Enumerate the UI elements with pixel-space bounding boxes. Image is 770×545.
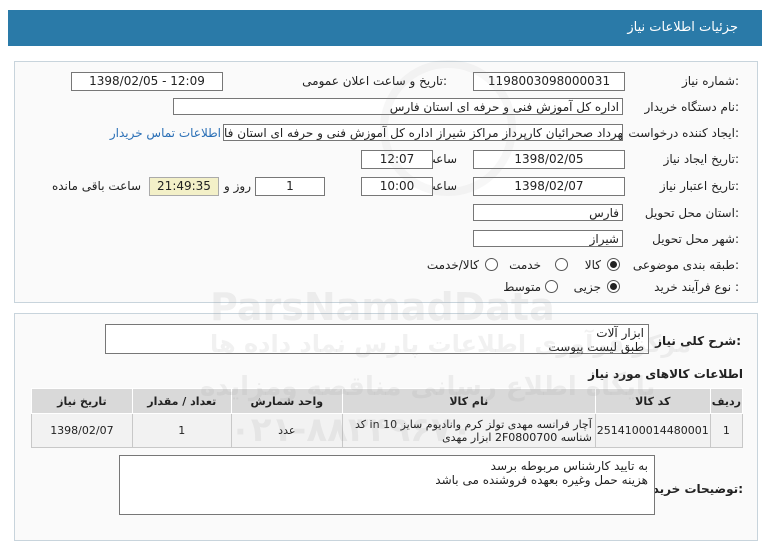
category-goods-label: کالا: [584, 258, 601, 272]
cell-code: 2514100014480001: [594, 413, 711, 448]
summary-line-2: طبق لیست پیوست: [548, 340, 644, 354]
col-date: تاریخ نیاز: [31, 388, 133, 414]
items-section-title: اطلاعات کالاهای مورد نیاز: [588, 367, 743, 381]
buyer-notes-line-2: هزینه حمل وغیره بعهده فروشنده می باشد: [435, 473, 648, 487]
valid-time-field[interactable]: 10:00: [361, 177, 433, 196]
buyer-field[interactable]: اداره کل آموزش فنی و حرفه ای استان فارس: [173, 98, 623, 115]
radio-category-service[interactable]: [555, 258, 568, 271]
remaining-label: ساعت باقی مانده: [51, 179, 141, 193]
need-info-panel: شماره نیاز: 1198003098000031 تاریخ و ساع…: [14, 61, 758, 303]
created-date-field[interactable]: 1398/02/05: [473, 150, 625, 169]
city-field[interactable]: شیراز: [473, 230, 623, 247]
valid-date-field[interactable]: 1398/02/07: [473, 177, 625, 196]
need-number-field[interactable]: 1198003098000031: [473, 72, 625, 91]
requester-label: ایجاد کننده درخواست:: [628, 126, 739, 140]
buyer-notes-box: به تایید کارشناس مربوطه برسد هزینه حمل و…: [119, 455, 655, 515]
process-label: نوع فرآیند خرید :: [654, 280, 739, 294]
process-partial-label: جزیی: [573, 280, 601, 294]
summary-line-1: ابزار آلات: [596, 326, 644, 340]
buyer-notes-line-1: به تایید کارشناس مربوطه برسد: [490, 459, 648, 473]
city-label: شهر محل تحویل:: [652, 232, 739, 246]
summary-label: شرح کلی نیاز:: [655, 334, 741, 348]
col-name: نام کالا: [341, 388, 596, 414]
radio-category-both[interactable]: [485, 258, 498, 271]
table-row[interactable]: 1 2514100014480001 آچار فرانسه مهدی تولز…: [31, 413, 744, 448]
province-label: استان محل تحویل:: [644, 206, 739, 220]
buyer-notes-label: توضیحات خریدار:: [641, 482, 743, 496]
category-label: طبقه بندی موضوعی:: [632, 258, 739, 272]
col-unit: واحد شمارش: [230, 388, 343, 414]
cell-name: آچار فرانسه مهدی تولز کرم وانادیوم سایز …: [341, 413, 596, 448]
page-header: جزئیات اطلاعات نیاز: [8, 10, 762, 46]
announce-field[interactable]: 1398/02/05 - 12:09: [71, 72, 223, 91]
col-code: کد کالا: [594, 388, 711, 414]
cell-date: 1398/02/07: [31, 413, 133, 448]
buyer-label: نام دستگاه خریدار:: [644, 100, 740, 114]
radio-process-medium[interactable]: [545, 280, 558, 293]
created-time-field[interactable]: 12:07: [361, 150, 433, 169]
created-date-label: تاریخ ایجاد نیاز:: [663, 152, 739, 166]
page-title: جزئیات اطلاعات نیاز: [627, 20, 738, 35]
category-both-label: کالا/خدمت: [426, 258, 479, 272]
radio-category-goods[interactable]: [607, 258, 620, 271]
valid-date-label: تاریخ اعتبار نیاز:: [659, 179, 739, 193]
radio-process-partial[interactable]: [607, 280, 620, 293]
category-service-label: خدمت: [509, 258, 541, 272]
remaining-time-field: 21:49:35: [149, 177, 219, 196]
col-qty: تعداد / مقدار: [131, 388, 232, 414]
summary-box: ابزار آلات طبق لیست پیوست: [105, 324, 649, 354]
days-field[interactable]: 1: [255, 177, 325, 196]
buyer-contact-link[interactable]: اطلاعات تماس خریدار: [110, 126, 221, 140]
need-number-label: شماره نیاز:: [681, 74, 739, 88]
items-table: ردیف کد کالا نام کالا واحد شمارش تعداد /…: [31, 388, 744, 448]
province-field[interactable]: فارس: [473, 204, 623, 221]
requester-field[interactable]: مهرداد صحرائیان کارپرداز مراکز شیراز ادا…: [223, 124, 623, 141]
cell-row: 1: [709, 413, 744, 448]
col-row: ردیف: [709, 388, 744, 414]
cell-qty: 1: [131, 413, 232, 448]
items-panel: شرح کلی نیاز: ابزار آلات طبق لیست پیوست …: [14, 313, 758, 541]
announce-label: تاریخ و ساعت اعلان عمومی:: [302, 74, 447, 88]
process-medium-label: متوسط: [503, 280, 541, 294]
items-table-header: ردیف کد کالا نام کالا واحد شمارش تعداد /…: [31, 388, 744, 414]
cell-unit: عدد: [230, 413, 343, 448]
days-label: روز و: [224, 179, 251, 193]
